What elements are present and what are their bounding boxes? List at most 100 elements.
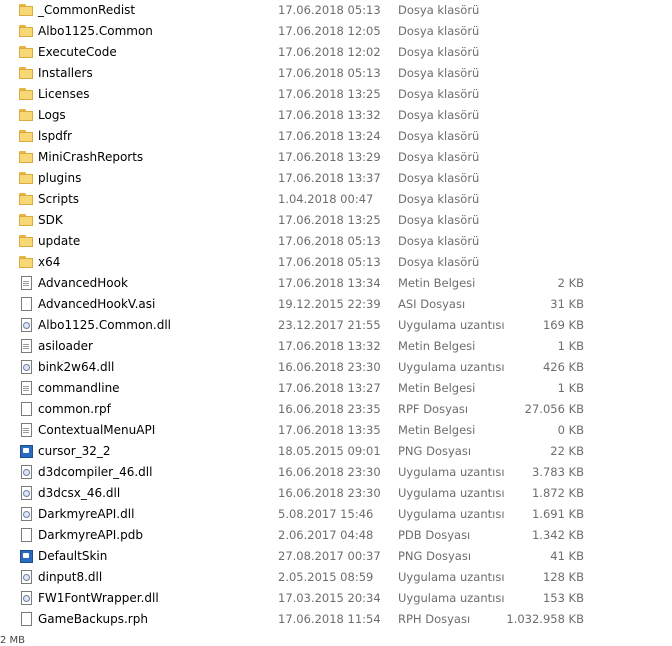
blank-document-icon (18, 612, 34, 627)
file-name: SDK (38, 213, 63, 227)
file-date-modified: 17.06.2018 13:35 (278, 423, 381, 437)
file-row[interactable]: DarkmyreAPI.dll 5.08.2017 15:46 Uygulama u… (0, 504, 672, 525)
file-date-modified: 17.06.2018 05:13 (278, 255, 381, 269)
file-name: Albo1125.Common (38, 24, 153, 38)
blank-document-icon (18, 528, 34, 543)
file-row[interactable]: SDK 17.06.2018 13:25 Dosya klasörü (0, 210, 672, 231)
file-row[interactable]: Licenses 17.06.2018 13:25 Dosya klasörü (0, 84, 672, 105)
file-type: Uygulama uzantısı (398, 507, 505, 521)
file-type: Dosya klasörü (398, 150, 480, 164)
file-name: _CommonRedist (38, 3, 136, 17)
file-name: Albo1125.Common.dll (38, 318, 172, 332)
file-date-modified: 17.06.2018 13:32 (278, 339, 381, 353)
file-type: Metin Belgesi (398, 423, 476, 437)
file-size: 27.056 KB (524, 402, 584, 416)
file-date-modified: 2.05.2015 08:59 (278, 570, 374, 584)
file-date-modified: 16.06.2018 23:35 (278, 402, 381, 416)
file-row[interactable]: MiniCrashReports 17.06.2018 13:29 Dosya kl… (0, 147, 672, 168)
file-row[interactable]: dinput8.dll 2.05.2015 08:59 Uygulama uzant… (0, 567, 672, 588)
file-type: PNG Dosyası (398, 549, 472, 563)
file-name: Installers (38, 66, 93, 80)
file-type: Dosya klasörü (398, 3, 480, 17)
folder-icon (18, 234, 34, 249)
file-type: RPH Dosyası (398, 612, 471, 626)
file-size: 1 KB (557, 339, 584, 353)
text-document-icon (18, 339, 34, 354)
file-row[interactable]: ExecuteCode 17.06.2018 12:02 Dosya klasörü (0, 42, 672, 63)
file-type: Uygulama uzantısı (398, 318, 505, 332)
file-type: Uygulama uzantısı (398, 570, 505, 584)
file-type: ASI Dosyası (398, 297, 466, 311)
file-row[interactable]: AdvancedHook 17.06.2018 13:34 Metin Belges… (0, 273, 672, 294)
file-type: RPF Dosyası (398, 402, 469, 416)
file-row[interactable]: DefaultSkin 27.08.2017 00:37 PNG Dosyası 41… (0, 546, 672, 567)
file-row[interactable]: lspdfr 17.06.2018 13:24 Dosya klasörü (0, 126, 672, 147)
file-type: Dosya klasörü (398, 66, 480, 80)
dll-file-icon (18, 486, 34, 501)
file-size: 1 KB (557, 381, 584, 395)
file-date-modified: 23.12.2017 21:55 (278, 318, 381, 332)
file-name: d3dcsx_46.dll (38, 486, 121, 500)
file-row[interactable]: d3dcsx_46.dll 16.06.2018 23:30 Uygulama uz… (0, 483, 672, 504)
file-date-modified: 17.06.2018 13:37 (278, 171, 381, 185)
file-name: x64 (38, 255, 61, 269)
folder-icon (18, 24, 34, 39)
file-type: Dosya klasörü (398, 255, 480, 269)
file-name: Scripts (38, 192, 80, 206)
file-date-modified: 17.06.2018 13:27 (278, 381, 381, 395)
file-date-modified: 19.12.2015 22:39 (278, 297, 381, 311)
file-type: Dosya klasörü (398, 24, 480, 38)
file-row[interactable]: commandline 17.06.2018 13:27 Metin Belgesi… (0, 378, 672, 399)
dll-file-icon (18, 465, 34, 480)
file-date-modified: 5.08.2017 15:46 (278, 507, 374, 521)
file-date-modified: 16.06.2018 23:30 (278, 486, 381, 500)
file-date-modified: 17.06.2018 12:05 (278, 24, 381, 38)
file-row[interactable]: AdvancedHookV.asi 19.12.2015 22:39 ASI Dos… (0, 294, 672, 315)
file-type: PNG Dosyası (398, 444, 472, 458)
file-type: Uygulama uzantısı (398, 591, 505, 605)
blank-document-icon (18, 297, 34, 312)
dll-file-icon (18, 570, 34, 585)
dll-file-icon (18, 318, 34, 333)
file-size: 1.872 KB (531, 486, 584, 500)
folder-icon (18, 255, 34, 270)
file-name: ExecuteCode (38, 45, 117, 59)
file-size: 153 KB (542, 591, 584, 605)
dll-file-icon (18, 591, 34, 606)
folder-icon (18, 45, 34, 60)
file-row[interactable]: _CommonRedist 17.06.2018 05:13 Dosya klasö… (0, 0, 672, 21)
file-row[interactable]: cursor_32_2 18.05.2015 09:01 PNG Dosyası 22… (0, 441, 672, 462)
file-name: update (38, 234, 81, 248)
file-type: Uygulama uzantısı (398, 360, 505, 374)
folder-icon (18, 87, 34, 102)
file-row[interactable]: plugins 17.06.2018 13:37 Dosya klasörü (0, 168, 672, 189)
file-type: PDB Dosyası (398, 528, 471, 542)
file-row[interactable]: Scripts 1.04.2018 00:47 Dosya klasörü (0, 189, 672, 210)
file-size: 2 KB (557, 276, 584, 290)
file-row[interactable]: common.rpf 16.06.2018 23:35 RPF Dosyası 27.… (0, 399, 672, 420)
file-name: AdvancedHookV.asi (38, 297, 156, 311)
file-name: cursor_32_2 (38, 444, 111, 458)
file-row[interactable]: Albo1125.Common 17.06.2018 12:05 Dosya kla… (0, 21, 672, 42)
file-row[interactable]: asiloader 17.06.2018 13:32 Metin Belgesi 1 … (0, 336, 672, 357)
file-row[interactable]: GameBackups.rph 17.06.2018 11:54 RPH Dosya… (0, 609, 672, 630)
file-row[interactable]: Installers 17.06.2018 05:13 Dosya klasörü (0, 63, 672, 84)
file-size: 22 KB (550, 444, 584, 458)
file-date-modified: 27.08.2017 00:37 (278, 549, 381, 563)
file-row[interactable]: x64 17.06.2018 05:13 Dosya klasörü (0, 252, 672, 273)
folder-icon (18, 66, 34, 81)
file-row[interactable]: update 17.06.2018 05:13 Dosya klasörü (0, 231, 672, 252)
file-row[interactable]: DarkmyreAPI.pdb 2.06.2017 04:48 PDB Dosyas… (0, 525, 672, 546)
file-date-modified: 17.06.2018 13:34 (278, 276, 381, 290)
file-row[interactable]: bink2w64.dll 16.06.2018 23:30 Uygulama uza… (0, 357, 672, 378)
folder-icon (18, 213, 34, 228)
file-name: asiloader (38, 339, 93, 353)
file-row[interactable]: ContextualMenuAPI 17.06.2018 13:35 Metin B… (0, 420, 672, 441)
file-row[interactable]: FW1FontWrapper.dll 17.03.2015 20:34 Uygula… (0, 588, 672, 609)
file-row[interactable]: Logs 17.06.2018 13:32 Dosya klasörü (0, 105, 672, 126)
file-list[interactable]: _CommonRedist 17.06.2018 05:13 Dosya klasö… (0, 0, 672, 630)
file-type: Dosya klasörü (398, 192, 480, 206)
file-row[interactable]: Albo1125.Common.dll 23.12.2017 21:55 Uygul… (0, 315, 672, 336)
folder-icon (18, 171, 34, 186)
file-row[interactable]: d3dcompiler_46.dll 16.06.2018 23:30 Uygula… (0, 462, 672, 483)
